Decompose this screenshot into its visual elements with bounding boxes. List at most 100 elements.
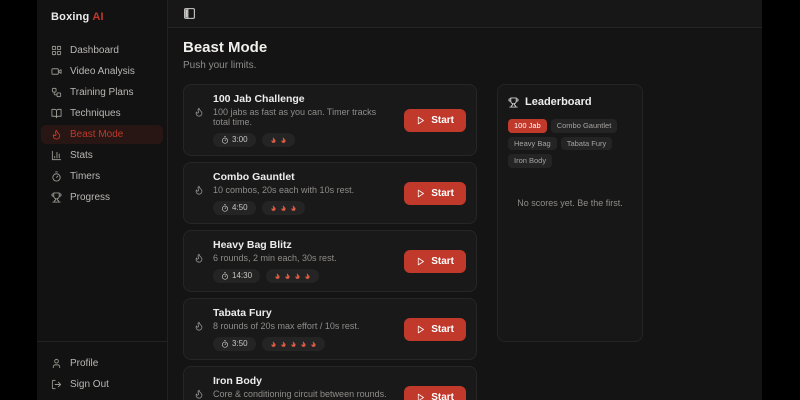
play-icon [416, 393, 425, 400]
challenge-title: Heavy Bag Blitz [213, 239, 395, 251]
start-button-label: Start [431, 115, 454, 126]
brand-logo: Boxing AI [37, 0, 167, 27]
sidebar-item-sign-out[interactable]: Sign Out [41, 375, 163, 394]
sidebar-item-profile[interactable]: Profile [41, 354, 163, 373]
start-button[interactable]: Start [404, 182, 466, 205]
start-button[interactable]: Start [404, 250, 466, 273]
flame-icon [300, 340, 307, 348]
sidebar-item-label: Video Analysis [70, 66, 135, 77]
start-button[interactable]: Start [404, 386, 466, 400]
challenge-badges: 3:50 [213, 337, 395, 351]
content: Beast Mode Push your limits. 100 Jab Cha… [168, 28, 762, 400]
dashboard-icon [51, 45, 62, 56]
leaderboard-tab[interactable]: Combo Gauntlet [551, 119, 618, 133]
flame-rating [266, 269, 319, 283]
sidebar-item-stats[interactable]: Stats [41, 146, 163, 165]
start-button-label: Start [431, 188, 454, 199]
challenge-badges: 3:00 [213, 133, 395, 147]
challenge-body: Combo Gauntlet 10 combos, 20s each with … [213, 171, 395, 215]
challenge-badges: 4:50 [213, 201, 395, 215]
flame-icon [194, 250, 204, 283]
start-button-label: Start [431, 324, 454, 335]
page-subtitle: Push your limits. [183, 60, 742, 71]
sidebar-item-dashboard[interactable]: Dashboard [41, 41, 163, 60]
sidebar-item-label: Profile [70, 358, 98, 369]
challenge-description: 8 rounds of 20s max effort / 10s rest. [213, 321, 395, 331]
play-icon [416, 325, 425, 334]
page-title: Beast Mode [183, 39, 742, 56]
content-columns: 100 Jab Challenge 100 jabs as fast as yo… [183, 84, 742, 400]
panel-left-icon[interactable] [183, 7, 196, 20]
time-value: 3:50 [232, 340, 248, 348]
time-value: 14:30 [232, 272, 252, 280]
flame-icon [310, 340, 317, 348]
main-area: Beast Mode Push your limits. 100 Jab Cha… [168, 0, 762, 400]
sidebar-item-training-plans[interactable]: Training Plans [41, 83, 163, 102]
brand-accent: AI [92, 11, 103, 23]
play-icon [416, 257, 425, 266]
flame-icon [280, 340, 287, 348]
flame-icon [304, 272, 311, 280]
sidebar-item-techniques[interactable]: Techniques [41, 104, 163, 123]
start-button[interactable]: Start [404, 318, 466, 341]
bar-chart-icon [51, 150, 62, 161]
challenge-title: 100 Jab Challenge [213, 93, 395, 105]
timer-icon [221, 340, 229, 348]
sidebar-nav: Dashboard Video Analysis Training Plans … [37, 27, 167, 209]
challenge-description: Core & conditioning circuit between roun… [213, 389, 395, 399]
start-button[interactable]: Start [404, 109, 466, 132]
timer-icon [51, 171, 62, 182]
user-icon [51, 358, 62, 369]
sidebar-footer: Profile Sign Out [37, 341, 167, 400]
sidebar-item-label: Training Plans [70, 87, 134, 98]
sidebar-item-label: Timers [70, 171, 100, 182]
play-icon [416, 189, 425, 198]
flame-icon [194, 182, 204, 215]
timer-icon [221, 272, 229, 280]
leaderboard-tab[interactable]: Iron Body [508, 154, 552, 168]
challenge-body: 100 Jab Challenge 100 jabs as fast as yo… [213, 93, 395, 147]
challenge-body: Iron Body Core & conditioning circuit be… [213, 375, 395, 400]
flame-icon [274, 272, 281, 280]
topbar [168, 0, 762, 28]
timer-icon [221, 204, 229, 212]
sidebar-item-label: Stats [70, 150, 93, 161]
leaderboard-tab[interactable]: 100 Jab [508, 119, 547, 133]
challenge-card: 100 Jab Challenge 100 jabs as fast as yo… [183, 84, 477, 156]
challenge-title: Combo Gauntlet [213, 171, 395, 183]
challenge-body: Tabata Fury 8 rounds of 20s max effort /… [213, 307, 395, 351]
challenge-body: Heavy Bag Blitz 6 rounds, 2 min each, 30… [213, 239, 395, 283]
play-icon [416, 116, 425, 125]
sidebar-item-timers[interactable]: Timers [41, 167, 163, 186]
sidebar-item-video-analysis[interactable]: Video Analysis [41, 62, 163, 81]
flame-icon [270, 204, 277, 212]
sidebar-item-beast-mode[interactable]: Beast Mode [41, 125, 163, 144]
trophy-icon [51, 192, 62, 203]
sign-out-icon [51, 379, 62, 390]
flame-icon [294, 272, 301, 280]
flame-icon [290, 340, 297, 348]
start-button-label: Start [431, 392, 454, 400]
time-value: 4:50 [232, 204, 248, 212]
video-icon [51, 66, 62, 77]
flame-icon [194, 318, 204, 351]
flame-icon [280, 204, 287, 212]
start-button-label: Start [431, 256, 454, 267]
leaderboard-header: Leaderboard [508, 96, 632, 108]
sidebar-item-label: Sign Out [70, 379, 109, 390]
leaderboard-empty-message: No scores yet. Be the first. [508, 198, 632, 208]
sidebar: Boxing AI Dashboard Video Analysis Train… [37, 0, 168, 400]
sidebar-item-progress[interactable]: Progress [41, 188, 163, 207]
flame-icon [270, 136, 277, 144]
challenge-card: Combo Gauntlet 10 combos, 20s each with … [183, 162, 477, 224]
flame-icon [290, 204, 297, 212]
challenge-card: Heavy Bag Blitz 6 rounds, 2 min each, 30… [183, 230, 477, 292]
leaderboard-tab[interactable]: Heavy Bag [508, 137, 557, 151]
flame-rating [262, 133, 295, 147]
leaderboard-panel: Leaderboard 100 Jab Combo Gauntlet Heavy B… [497, 84, 643, 342]
flame-rating [262, 201, 305, 215]
flame-icon [270, 340, 277, 348]
leaderboard-tab[interactable]: Tabata Fury [561, 137, 613, 151]
challenge-title: Tabata Fury [213, 307, 395, 319]
flame-rating [262, 337, 325, 351]
